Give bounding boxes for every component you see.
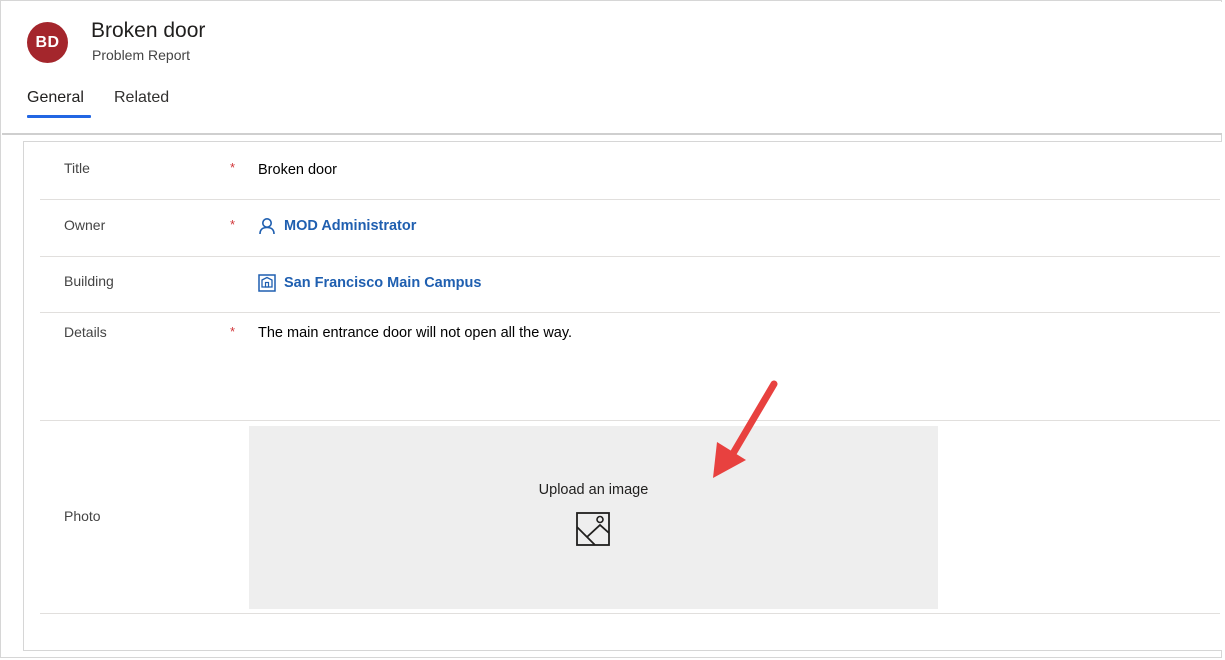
building-link[interactable]: San Francisco Main Campus: [284, 275, 481, 291]
owner-row: [40, 200, 1220, 257]
image-upload-area[interactable]: Upload an image: [249, 426, 938, 609]
owner-label: Owner: [64, 217, 106, 233]
building-row: [40, 257, 1220, 313]
required-indicator: *: [230, 160, 236, 175]
details-label: Details: [64, 324, 107, 340]
image-placeholder-icon: [575, 511, 611, 552]
title-label: Title: [64, 160, 90, 176]
owner-link[interactable]: MOD Administrator: [284, 218, 416, 234]
title-row: [40, 142, 1220, 200]
details-row: [40, 313, 1220, 421]
required-indicator: *: [230, 217, 236, 232]
required-indicator: *: [230, 324, 236, 339]
building-icon: [258, 274, 276, 297]
building-label: Building: [64, 273, 114, 289]
record-type: Problem Report: [92, 47, 191, 63]
tab-selected-indicator: [27, 115, 91, 118]
tab-related[interactable]: Related: [114, 89, 169, 107]
title-field[interactable]: Broken door: [258, 162, 337, 178]
record-title: Broken door: [91, 19, 206, 42]
red-arrow-icon: [700, 376, 790, 491]
photo-label: Photo: [64, 508, 101, 524]
details-field[interactable]: The main entrance door will not open all…: [258, 325, 572, 341]
record-header: BD Broken door Problem Report General Re…: [2, 2, 1222, 135]
tab-general[interactable]: General: [27, 89, 84, 107]
upload-image-label: Upload an image: [538, 482, 649, 498]
avatar: BD: [27, 22, 68, 63]
person-icon: [258, 217, 276, 240]
